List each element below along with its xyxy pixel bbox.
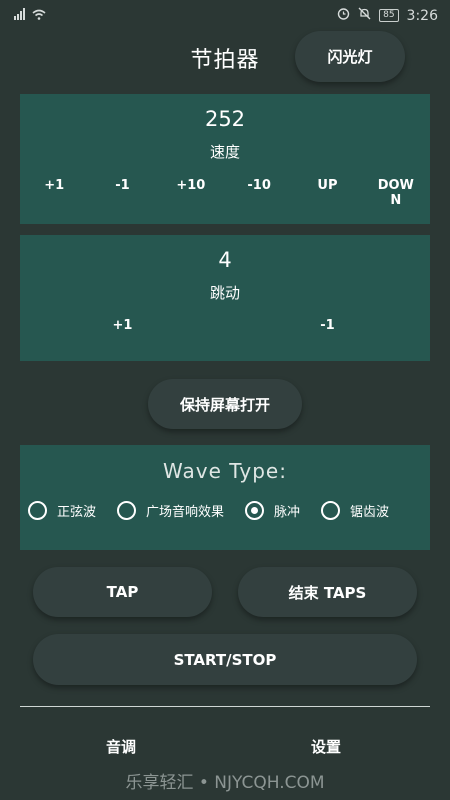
radio-checked-icon <box>245 501 265 520</box>
wave-option-label: 脉冲 <box>274 505 301 520</box>
radio-unchecked-icon <box>321 501 341 520</box>
radio-unchecked-icon <box>28 501 47 520</box>
tempo-up-button[interactable]: UP <box>293 178 361 208</box>
tempo-panel: 252 速度 +1 -1 +10 -10 UP DOW N <box>20 94 430 224</box>
wave-radio-group: 正弦波 广场音响效果 脉冲 锯齿波 <box>28 501 389 520</box>
wifi-icon <box>32 9 46 24</box>
wave-option-label: 锯齿波 <box>350 505 390 520</box>
tab-tone[interactable]: 音调 <box>106 736 136 757</box>
tempo-value: 252 <box>204 107 246 131</box>
wave-option-pulse[interactable]: 脉冲 <box>245 501 300 520</box>
signal-icon <box>14 8 26 24</box>
wave-option-sine[interactable]: 正弦波 <box>28 501 96 520</box>
wave-option-square[interactable]: 广场音响效果 <box>117 501 224 520</box>
beat-buttons: +1 -1 <box>20 318 430 333</box>
tempo-buttons: +1 -1 +10 -10 UP DOW N <box>20 178 430 208</box>
tempo-down-button[interactable]: DOW N <box>362 178 430 208</box>
watermark: 乐享轻汇 • NJYCQH.COM <box>125 773 325 793</box>
tempo-label: 速度 <box>209 143 240 161</box>
tab-settings[interactable]: 设置 <box>311 736 341 757</box>
wave-type-title: Wave Type: <box>163 459 287 483</box>
beat-panel: 4 跳动 +1 -1 <box>20 235 430 361</box>
status-bar: 85 3:26 <box>0 0 450 30</box>
beat-value: 4 <box>218 248 232 272</box>
radio-unchecked-icon <box>117 501 137 520</box>
tempo-minus-1-button[interactable]: -1 <box>88 178 156 208</box>
beat-label: 跳动 <box>209 284 240 302</box>
mute-icon <box>358 7 371 24</box>
wave-panel: Wave Type: 正弦波 广场音响效果 脉冲 锯齿波 <box>20 445 430 550</box>
wave-option-sawtooth[interactable]: 锯齿波 <box>321 501 389 520</box>
status-time: 3:26 <box>406 7 438 24</box>
tempo-plus-10-button[interactable]: +10 <box>157 178 225 208</box>
wave-option-label: 广场音响效果 <box>146 505 225 520</box>
start-stop-button[interactable]: START/STOP <box>33 634 417 685</box>
battery-icon: 85 <box>379 9 399 22</box>
tempo-minus-10-button[interactable]: -10 <box>225 178 293 208</box>
wave-option-label: 正弦波 <box>57 505 97 520</box>
alarm-icon <box>337 7 350 24</box>
end-taps-button[interactable]: 结束 TAPS <box>238 567 417 617</box>
divider <box>20 706 430 707</box>
beat-plus-1-button[interactable]: +1 <box>20 318 225 333</box>
beat-minus-1-button[interactable]: -1 <box>225 318 430 333</box>
tempo-plus-1-button[interactable]: +1 <box>20 178 88 208</box>
tap-button[interactable]: TAP <box>33 567 212 617</box>
keep-screen-on-button[interactable]: 保持屏幕打开 <box>148 379 302 429</box>
flash-button[interactable]: 闪光灯 <box>295 31 405 82</box>
